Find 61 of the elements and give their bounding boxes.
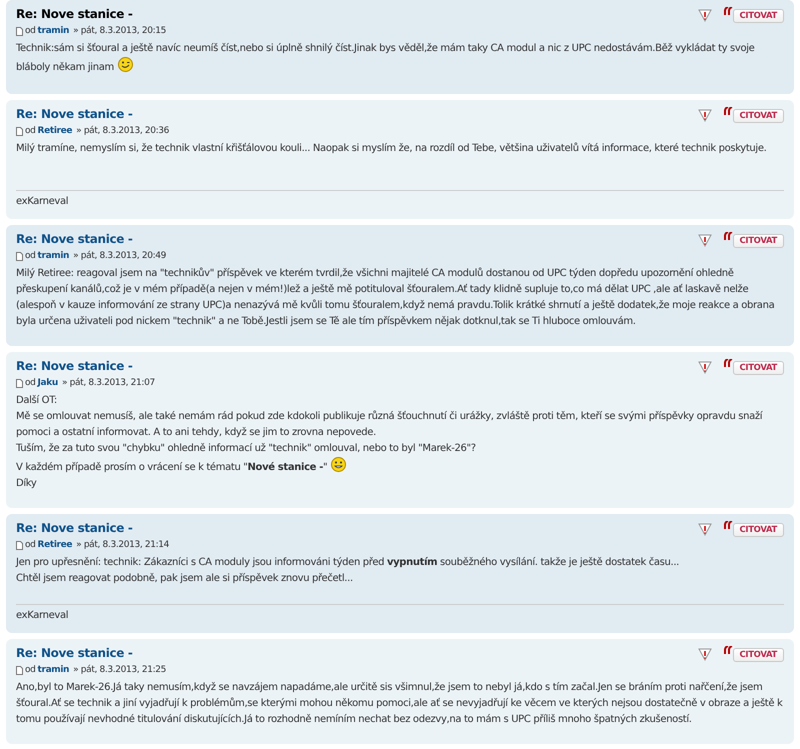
- author-prefix: od: [25, 377, 36, 390]
- quote-button[interactable]: CITOVAT: [732, 361, 784, 375]
- post-text: Další OT:: [16, 394, 58, 408]
- post-date: » pát, 8.3.2013, 20:49: [73, 250, 166, 263]
- author-prefix: od: [25, 25, 36, 38]
- post-title[interactable]: Re: Nove stanice -: [16, 643, 166, 663]
- quote-button[interactable]: CITOVAT: [732, 648, 784, 662]
- author-prefix: od: [25, 539, 36, 552]
- report-icon[interactable]: [698, 648, 712, 660]
- post-text: V každém případě prosím o vrácení se k tématu "Nové stanice -": [16, 457, 784, 476]
- post-icon: [16, 666, 23, 674]
- author-link[interactable]: tramin: [38, 249, 70, 263]
- post-title[interactable]: Re: Nove stanice -: [16, 4, 166, 24]
- post-icon: [16, 378, 23, 388]
- post-icon: [16, 252, 23, 260]
- author-link[interactable]: Retiree: [38, 538, 72, 552]
- post-date: » pát, 8.3.2013, 20:36: [76, 124, 170, 138]
- post-text: Mě se omlouvat nemusíš, ale také nemám rád pokud zde kdokoli publikuje různá šťouchnutí či urážky, zvláště proti těm, kteří se svými příspěvky opravdu snaží pomoci a ostatní informovat. A to ani tehdy, když se jim to zrovna nepovede.: [16, 410, 764, 440]
- post-date: » pát, 8.3.2013, 21:25: [73, 664, 166, 677]
- post-title[interactable]: Re: Nove stanice -: [16, 356, 155, 376]
- author-link[interactable]: Jaku: [38, 376, 58, 390]
- report-icon[interactable]: [698, 234, 712, 246]
- post-title[interactable]: Re: Nove stanice -: [16, 104, 170, 124]
- post-text: Tuším, že za tuto svou "chybku" ohledně informací už "technik" omlouval, nebo to byl "Marek-26"?: [16, 442, 477, 456]
- author-prefix: od: [25, 250, 36, 263]
- quote-icon: [724, 7, 733, 15]
- post-text: Milý Retiree: reagoval jsem na "technikův" příspěvek ve kterém tvrdil,že všichni majitelé CA modulů dostanou od UPC týden dopředu upozornění ohledně přeskupení kanálů,což je v mém případě(a nejen v mém!)lež a ještě mě potituloval šťouralem.Ať tady klidně supluje to,co má dělat UPC ,ale ať laskavě nelže (alespoň v kauze informování ze strany UPC)a nenazývá mě kvůli tomu šťouralem,když nemá pravdu.Tolik krátké shrnutí a ještě dodatek,že moje reakce a obrana byla určena uživateli pod nickem "technik" a ne Tobě.Jestli jsem se Tě ale tím příspěvkem nějak dotknul,tak se Ti hluboce omlouvám.: [16, 266, 776, 329]
- post-text: Díky: [16, 477, 38, 491]
- quote-button[interactable]: CITOVAT: [732, 9, 784, 23]
- quote-icon: [724, 359, 733, 367]
- post-title[interactable]: Re: Nove stanice -: [16, 518, 170, 538]
- signature: exKarneval: [16, 196, 68, 207]
- post-icon: [16, 126, 23, 136]
- report-icon[interactable]: [698, 360, 712, 374]
- post-icon: [16, 26, 23, 36]
- quote-button[interactable]: CITOVAT: [732, 234, 784, 248]
- post-date: » pát, 8.3.2013, 20:15: [73, 24, 166, 38]
- post-date: » pát, 8.3.2013, 21:14: [76, 538, 170, 552]
- post-text: Jen pro upřesnění: technik: Zákazníci s CA moduly jsou informováni týden před vypnutím souběžného vysílání. takže je ještě dostatek času...: [16, 556, 680, 570]
- report-icon[interactable]: [698, 522, 712, 536]
- post-text: Technik:sám si šťoural a ještě navíc neumíš číst,nebo si úplně shnilý číst.Jinak bys věděl,že mám taky CA modul a nic z UPC nedostávám.Běž vykládat ty svoje bláboly někam jinam: [16, 42, 756, 75]
- report-icon[interactable]: [698, 108, 712, 122]
- author-link[interactable]: tramin: [38, 24, 70, 38]
- signature: exKarneval: [16, 610, 68, 621]
- quote-icon: [724, 107, 733, 115]
- post-date: » pát, 8.3.2013, 21:07: [62, 376, 155, 390]
- post-text: Milý tramíne, nemyslím si, že technik vlastní křišťálovou kouli... Naopak si myslím že, na rozdíl od Tebe, většina uživatelů vítá informace, které technik poskytuje.: [16, 142, 768, 156]
- post-icon: [16, 540, 23, 550]
- post-text: Chtěl jsem reagovat podobně, pak jsem ale si příspěvek znovu přečetl...: [16, 572, 354, 586]
- author-prefix: od: [25, 125, 36, 138]
- author-prefix: od: [25, 664, 36, 677]
- post-text: Ano,byl to Marek-26.Já taky nemusím,když se navzájem napadáme,ale určitě sis všimnul,že jsem to nebyl já,kdo s tím začal.Jen se bráním proti nařčení,že jsem šťoural.Ať se technik a jiní vyjadřují k problémům,se kterými mohou někomu pomoci,ale ať se nevyjadřují ke věcem ve kterých nejsou dostatečně v obraze a ještě k tomu používají nevhodné titulování diskutujících.Já to rozhodně nemíním nechat bez odezvy,na to mám s UPC příliš mnoho špatných zkušeností.: [16, 681, 784, 727]
- post-title[interactable]: Re: Nove stanice -: [16, 229, 166, 249]
- quote-button[interactable]: CITOVAT: [732, 109, 784, 123]
- author-link[interactable]: Retiree: [38, 124, 72, 138]
- quote-icon: [724, 521, 733, 529]
- report-icon[interactable]: [698, 8, 712, 22]
- quote-icon: [724, 232, 733, 240]
- author-link[interactable]: tramin: [38, 663, 70, 677]
- quote-button[interactable]: CITOVAT: [732, 523, 784, 537]
- quote-icon: [724, 646, 733, 654]
